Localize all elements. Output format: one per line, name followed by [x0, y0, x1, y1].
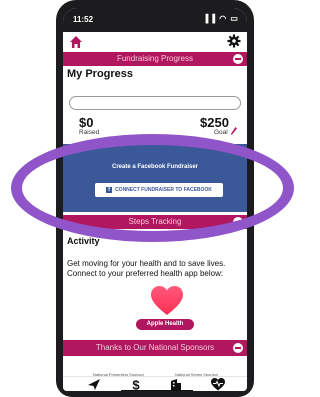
collapse-icon[interactable]: [233, 54, 243, 64]
gear-icon[interactable]: [227, 34, 241, 48]
collapse-icon[interactable]: [233, 217, 243, 227]
heart-pulse-icon[interactable]: [211, 378, 225, 391]
status-bar: 11:52 ▐▐ ◠ ▭: [63, 8, 247, 32]
raised-amount: $0: [79, 115, 94, 130]
bottom-tab-bar: $: [63, 376, 247, 391]
connect-facebook-label: CONNECT FUNDRAISER TO FACEBOOK: [115, 187, 212, 193]
goal-label: Goal: [214, 129, 228, 136]
sponsors-header[interactable]: Thanks to Our National Sponsors: [63, 340, 247, 356]
app-screen: 11:52 ▐▐ ◠ ▭ Fundraising Progress My Pro…: [63, 8, 247, 391]
apple-health-heart-icon[interactable]: [151, 286, 183, 316]
goal-amount: $250: [200, 115, 229, 130]
progress-bar: [69, 96, 241, 110]
fundraising-progress-title: Fundraising Progress: [116, 54, 194, 63]
activity-heading: Activity: [67, 236, 100, 246]
status-time: 11:52: [73, 15, 94, 24]
my-progress-heading: My Progress: [67, 68, 134, 80]
raised-label: Raised: [79, 129, 100, 136]
status-icons: ▐▐ ◠ ▭: [202, 14, 239, 23]
activity-description: Get moving for your health and to save l…: [67, 259, 226, 278]
facebook-fundraiser-panel: [63, 144, 247, 212]
sponsors-title: Thanks to Our National Sponsors: [95, 343, 215, 352]
send-icon[interactable]: [87, 378, 101, 391]
steps-tracking-header[interactable]: Steps Tracking: [63, 215, 247, 229]
facebook-logo-icon: f: [106, 186, 113, 193]
apple-health-button[interactable]: Apple Health: [136, 319, 194, 330]
phone-frame: 11:52 ▐▐ ◠ ▭ Fundraising Progress My Pro…: [56, 0, 254, 397]
fundraising-progress-header[interactable]: Fundraising Progress: [63, 52, 247, 66]
facebook-fundraiser-title: Create a Facebook Fundraiser: [111, 164, 199, 170]
collapse-icon[interactable]: [233, 343, 243, 353]
edit-goal-pencil-icon[interactable]: [231, 127, 237, 135]
connect-facebook-button[interactable]: f CONNECT FUNDRAISER TO FACEBOOK: [95, 183, 223, 197]
home-icon[interactable]: [69, 35, 83, 49]
top-bar: [63, 32, 247, 52]
steps-tracking-title: Steps Tracking: [128, 217, 182, 226]
building-icon[interactable]: [169, 378, 183, 391]
